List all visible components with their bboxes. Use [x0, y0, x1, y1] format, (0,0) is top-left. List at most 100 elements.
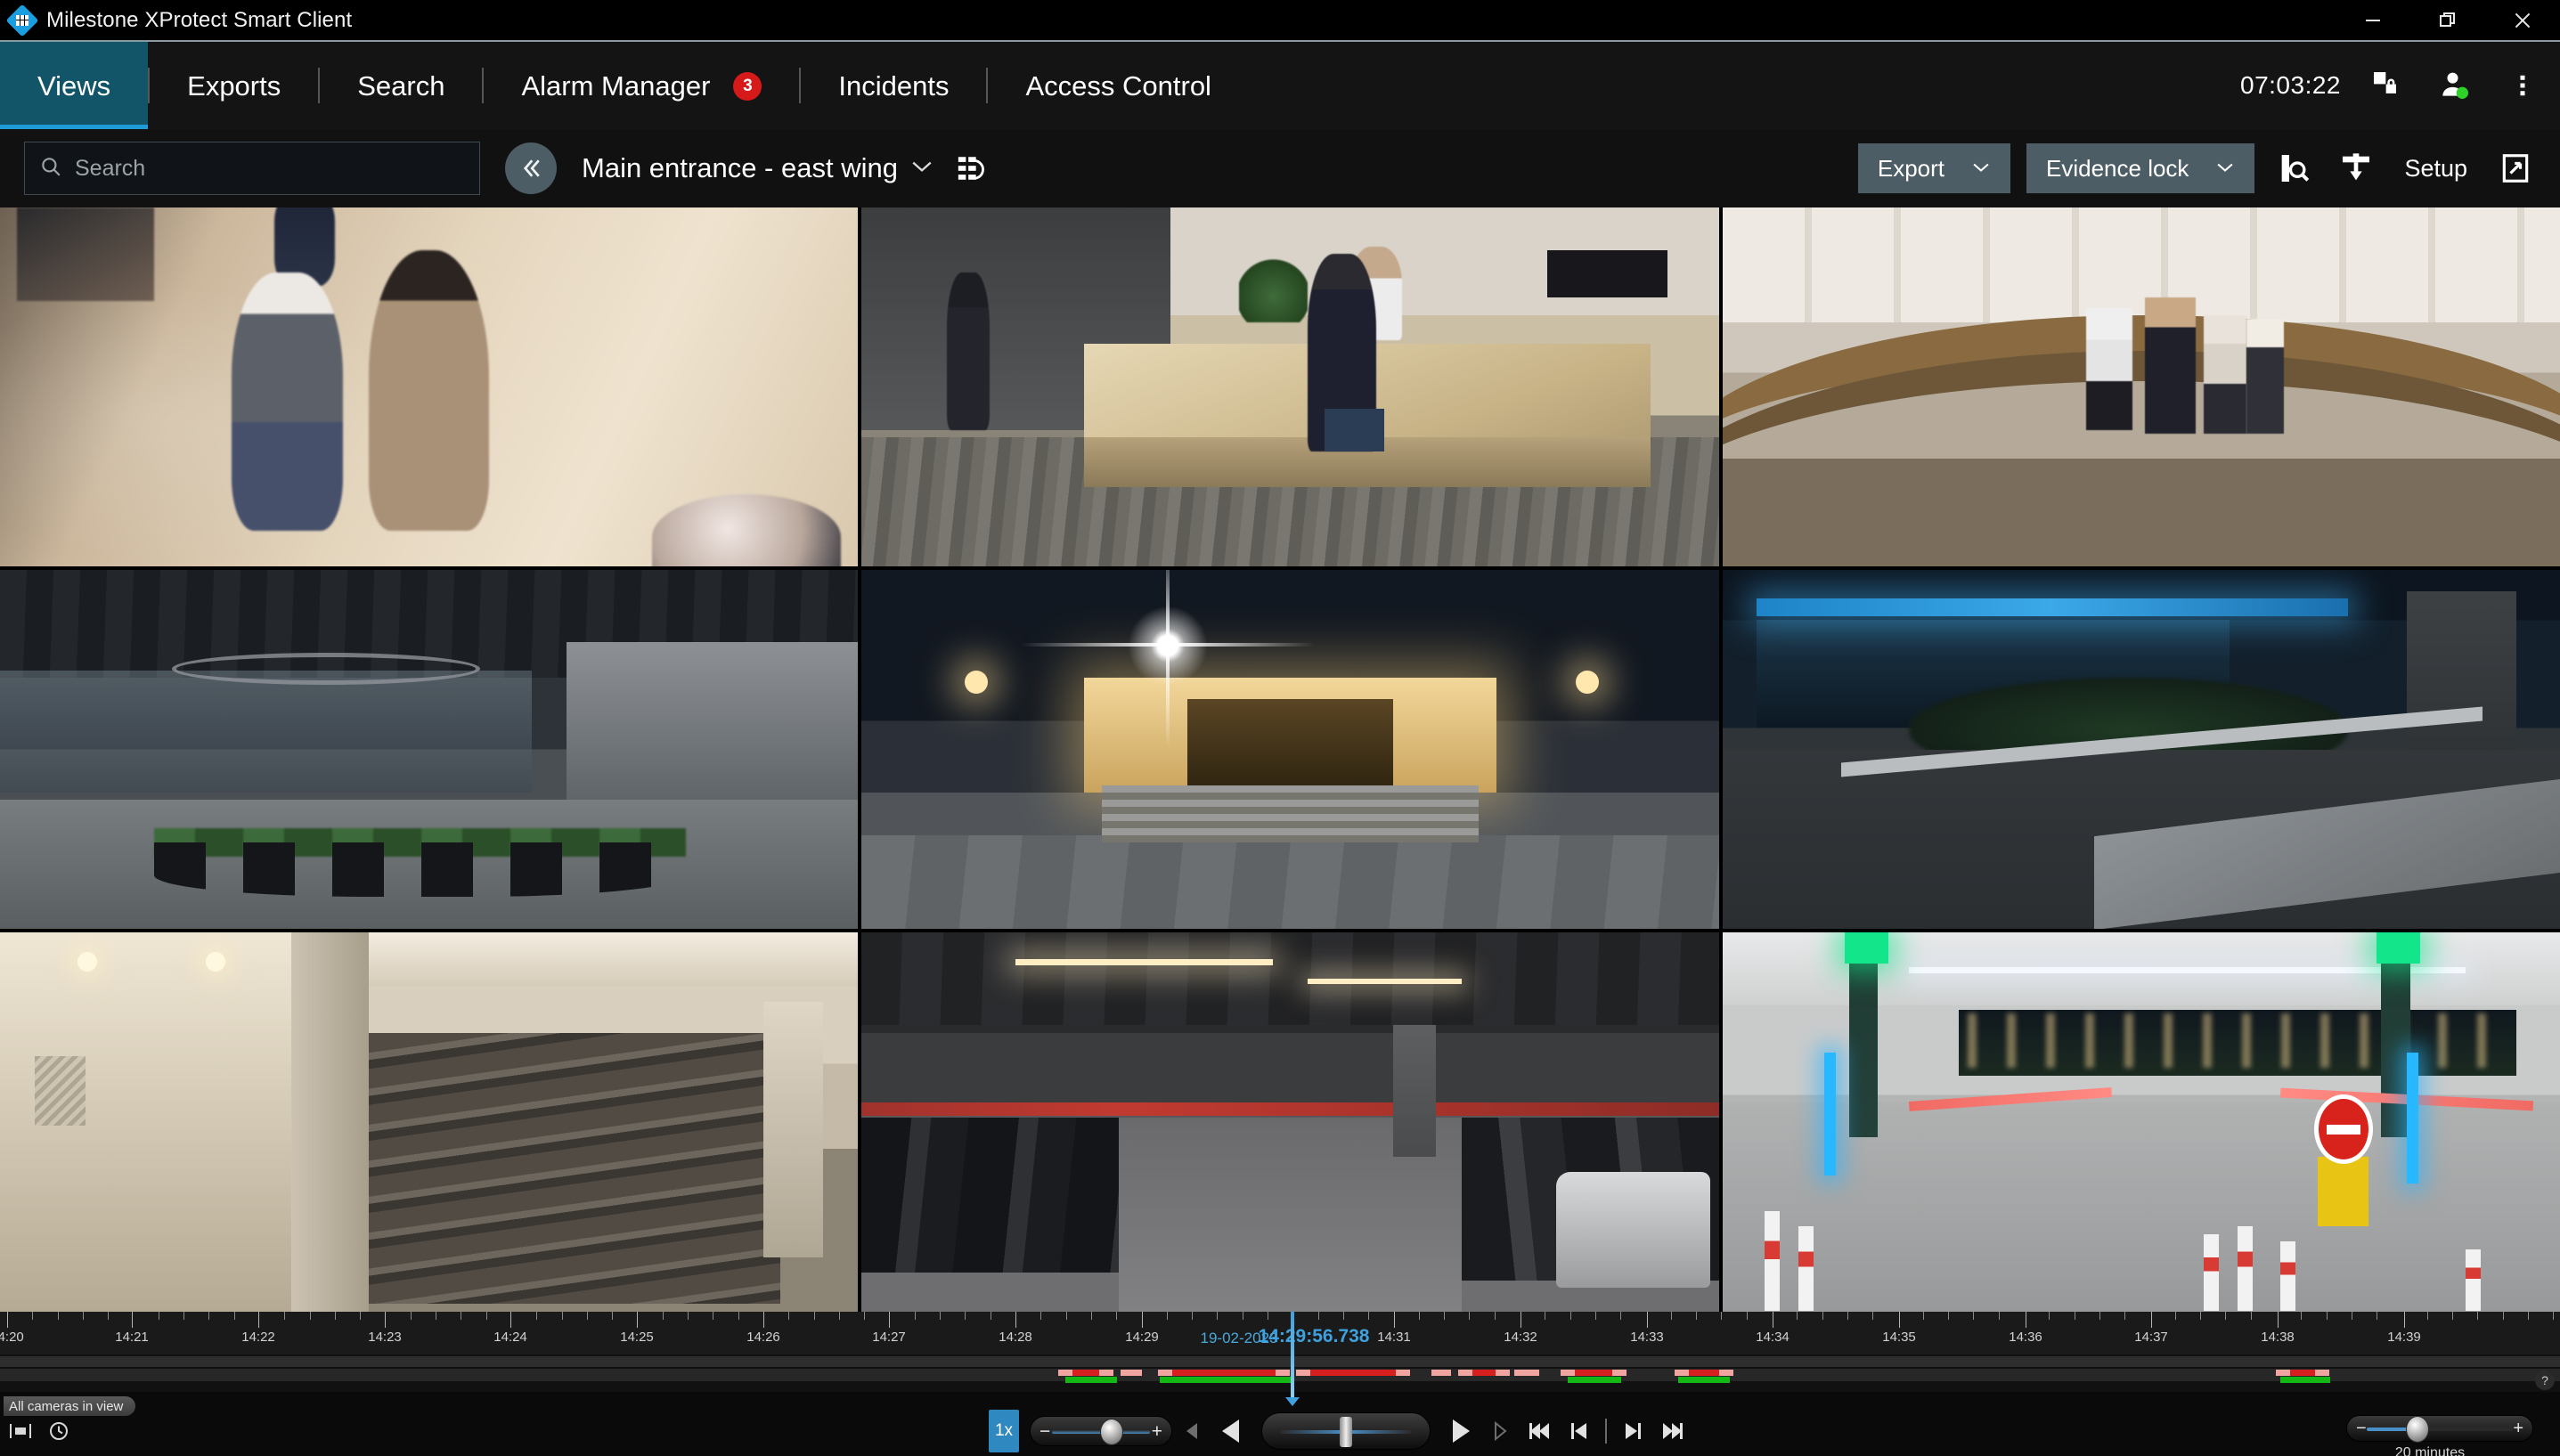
recording-segment-edge	[1099, 1370, 1113, 1376]
speed-slider-knob[interactable]	[1100, 1419, 1123, 1445]
minimize-icon[interactable]	[2336, 0, 2410, 40]
timeline-tick	[258, 1312, 259, 1328]
app-title: Milestone XProtect Smart Client	[46, 7, 353, 32]
speed-increase-icon[interactable]: +	[1152, 1422, 1162, 1441]
restore-icon[interactable]	[2410, 0, 2485, 40]
skip-first-icon[interactable]	[1520, 1411, 1559, 1451]
timeline-tick-label: 14:25	[620, 1330, 654, 1345]
step-forward-slow-icon[interactable]	[1480, 1411, 1520, 1451]
timeline-tick-minor	[688, 1312, 689, 1320]
step-back-slow-icon[interactable]	[1172, 1411, 1211, 1451]
export-label: Export	[1877, 154, 1945, 182]
camera-tile-building-entrance-night[interactable]	[861, 570, 1719, 929]
bounding-box-icon[interactable]	[9, 1421, 32, 1445]
timeline-tick	[763, 1312, 764, 1328]
camera-tile-reception-desk[interactable]	[861, 207, 1719, 566]
timeline-tick-minor	[1973, 1312, 1974, 1320]
speed-indicator[interactable]: 1x	[989, 1410, 1019, 1452]
time-icon[interactable]	[48, 1420, 69, 1446]
user-status-icon[interactable]	[2434, 64, 2476, 107]
timeline-tick-label: 14:32	[1504, 1330, 1537, 1345]
timeline-tick-minor	[284, 1312, 285, 1320]
timeline-bands[interactable]	[0, 1354, 2560, 1392]
tab-exports[interactable]: Exports	[150, 42, 318, 131]
close-icon[interactable]	[2485, 0, 2560, 40]
help-icon[interactable]: ?	[2535, 1371, 2555, 1390]
tab-access-control[interactable]: Access Control	[988, 42, 1248, 131]
timeline-tick-minor	[1671, 1312, 1672, 1320]
timeline-tick-minor	[612, 1312, 613, 1320]
camera-tile-plaza-night[interactable]	[1723, 570, 2560, 929]
timeline-tick-minor	[1495, 1312, 1496, 1320]
export-button[interactable]: Export	[1857, 143, 2011, 193]
camera-tile-lobby-overhead[interactable]	[0, 207, 858, 566]
camera-tile-atrium-walkway[interactable]	[1723, 207, 2560, 566]
camera-tile-stairwell[interactable]	[0, 932, 858, 1319]
tab-alarm-manager-label: Alarm Manager	[521, 70, 711, 102]
play-reverse-icon[interactable]	[1211, 1411, 1251, 1451]
timeline-tick-minor	[2503, 1312, 2504, 1320]
timeline-tick	[132, 1312, 133, 1328]
timespan-increase-icon[interactable]: +	[2513, 1419, 2523, 1437]
speed-decrease-icon[interactable]: −	[1039, 1422, 1050, 1441]
timeline-playhead[interactable]	[1285, 1312, 1300, 1406]
inspect-icon[interactable]	[2271, 145, 2317, 191]
timeline-current-time: 14:29:56.738	[1258, 1326, 1370, 1346]
timeline-tick-minor	[1066, 1312, 1067, 1320]
tab-views[interactable]: Views	[0, 42, 149, 131]
timeline-tick-minor	[1116, 1312, 1117, 1320]
timeline-tick-minor	[1797, 1312, 1798, 1320]
all-cameras-label: All cameras in view	[9, 1398, 124, 1414]
chevron-down-icon[interactable]	[910, 157, 934, 180]
timeline-tick-minor	[562, 1312, 563, 1320]
timespan-knob[interactable]	[2406, 1416, 2429, 1443]
setup-button[interactable]: Setup	[2395, 155, 2476, 183]
timeline-tick	[7, 1312, 8, 1328]
timeline-tick-minor	[940, 1312, 941, 1320]
timeline-tick-minor	[2251, 1312, 2252, 1320]
evidence-lock-button[interactable]: Evidence lock	[2026, 143, 2255, 193]
timeline-tick-minor	[864, 1312, 865, 1320]
play-icon[interactable]	[1441, 1411, 1480, 1451]
timeline-tick-minor	[788, 1312, 789, 1320]
jog-shuttle[interactable]	[1261, 1412, 1431, 1450]
timeline-tick-minor	[2452, 1312, 2453, 1320]
timeline-tick-label: 14:34	[1756, 1330, 1790, 1345]
timeline-tick-minor	[1822, 1312, 1823, 1320]
next-sequence-icon[interactable]	[1614, 1411, 1653, 1451]
collapse-panel-button[interactable]	[505, 142, 557, 194]
view-layout-icon[interactable]	[953, 150, 989, 186]
all-cameras-tab[interactable]: All cameras in view	[4, 1396, 136, 1416]
tab-incidents[interactable]: Incidents	[801, 42, 986, 131]
camera-tile-parking-barriers[interactable]	[1723, 932, 2560, 1319]
previous-sequence-icon[interactable]	[1559, 1411, 1598, 1451]
fullscreen-icon[interactable]	[2492, 145, 2539, 191]
tab-search[interactable]: Search	[320, 42, 482, 131]
evidence-lock-status-icon[interactable]	[2366, 64, 2409, 107]
recording-segment-edge	[1396, 1370, 1410, 1376]
camera-tile-car-park-level[interactable]	[861, 932, 1719, 1319]
timeline-tick-minor	[1192, 1312, 1193, 1320]
tab-alarm-manager[interactable]: Alarm Manager 3	[484, 42, 799, 131]
timeline-ruler[interactable]: 14:20 14:21 14:22 14:23 14:24 14:25 14:26 14:27…	[0, 1312, 2560, 1354]
timespan-slider[interactable]: − + 20 minutes	[2346, 1415, 2533, 1456]
more-options-icon[interactable]	[2501, 64, 2544, 107]
download-icon[interactable]	[2333, 145, 2379, 191]
camera-tile-mall-interior[interactable]	[0, 570, 858, 929]
timeline-panel: 14:20 14:21 14:22 14:23 14:24 14:25 14:26 14:27…	[0, 1312, 2560, 1456]
recording-segment-edge	[1276, 1370, 1290, 1376]
timeline-tick-label: 14:26	[746, 1330, 780, 1345]
timespan-decrease-icon[interactable]: −	[2356, 1419, 2367, 1437]
tab-views-label: Views	[37, 70, 111, 102]
timeline-tick-minor	[2553, 1312, 2554, 1320]
timeline-tick-minor	[411, 1312, 412, 1320]
timeline-tick-minor	[234, 1312, 235, 1320]
speed-slider[interactable]: − + 1x	[1030, 1416, 1172, 1446]
search-input[interactable]: Search	[24, 142, 480, 195]
skip-last-icon[interactable]	[1653, 1411, 1692, 1451]
timeline-tick-minor	[208, 1312, 209, 1320]
view-name-label[interactable]: Main entrance - east wing	[582, 152, 898, 184]
recording-segment-edge	[1058, 1370, 1072, 1376]
timeline-tick-label: 14:24	[493, 1330, 527, 1345]
jog-knob[interactable]	[1340, 1417, 1352, 1447]
